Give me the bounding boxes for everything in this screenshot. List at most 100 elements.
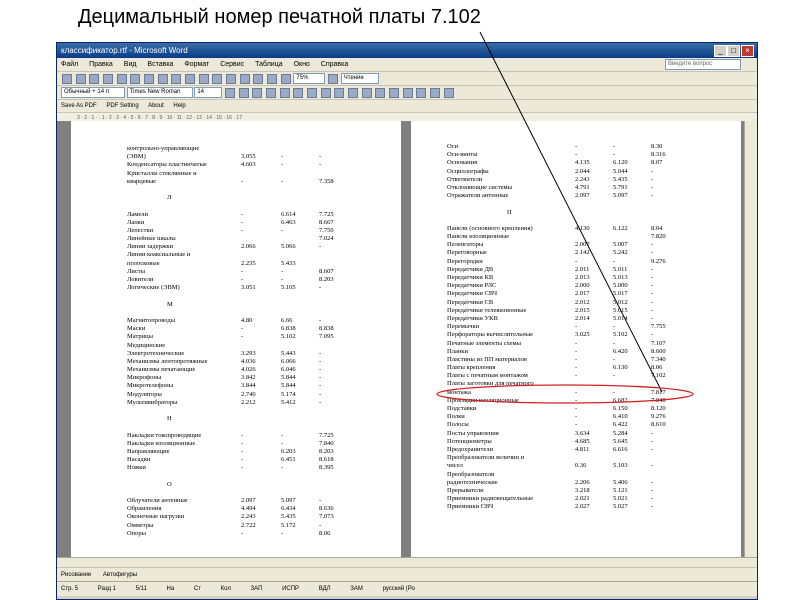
drawing-icon[interactable] bbox=[267, 74, 278, 84]
status-col: Кол bbox=[220, 586, 231, 592]
entry-code: 4.685 bbox=[575, 437, 590, 445]
left-entry-row: Ламели - 6.614 7.725 bbox=[127, 211, 397, 219]
subscript-icon[interactable] bbox=[443, 88, 454, 98]
window-titlebar: классификатор.rtf - Microsoft Word _ □ × bbox=[57, 43, 757, 58]
preview-icon[interactable] bbox=[116, 74, 127, 84]
superscript-icon[interactable] bbox=[430, 88, 441, 98]
entry-name: Обрамления bbox=[127, 505, 162, 513]
right-entry-row: Преобразователи величин и bbox=[447, 454, 717, 462]
minimize-button[interactable]: _ bbox=[714, 45, 727, 57]
numbering-icon[interactable] bbox=[334, 88, 345, 98]
menu-view[interactable]: Вид bbox=[124, 61, 137, 68]
menu-help[interactable]: Справка bbox=[321, 61, 348, 68]
line-spacing-icon[interactable] bbox=[320, 88, 331, 98]
entry-code: - bbox=[575, 151, 578, 159]
menu-tools[interactable]: Сервис bbox=[220, 61, 244, 68]
menu-format[interactable]: Формат bbox=[184, 61, 209, 68]
cut-icon[interactable] bbox=[144, 74, 155, 84]
justify-icon[interactable] bbox=[307, 88, 318, 98]
italic-icon[interactable] bbox=[238, 88, 249, 98]
menu-file[interactable]: Файл bbox=[61, 61, 78, 68]
entry-name: Оси-винты bbox=[447, 151, 478, 159]
left-entry-row: Ловители - - 8.203 bbox=[127, 276, 397, 284]
menu-edit[interactable]: Правка bbox=[89, 61, 113, 68]
font-size-combo[interactable]: 14 bbox=[194, 87, 223, 98]
zoom-combo[interactable]: 75% bbox=[293, 73, 326, 84]
status-trk: ИСПР bbox=[282, 586, 300, 592]
format-painter-icon[interactable] bbox=[185, 74, 196, 84]
font-combo[interactable]: Times New Roman bbox=[126, 87, 193, 98]
align-left-icon[interactable] bbox=[266, 88, 277, 98]
table-icon[interactable] bbox=[239, 74, 250, 84]
entry-code: 6.130 bbox=[613, 364, 628, 372]
entry-code: 4.494 bbox=[241, 505, 256, 513]
highlight-icon[interactable] bbox=[402, 88, 413, 98]
entry-code: - bbox=[319, 382, 322, 390]
entry-code: 4.026 bbox=[241, 366, 256, 374]
entry-code: 4.603 bbox=[241, 161, 256, 169]
style-combo[interactable]: Обычный + 14 п bbox=[61, 87, 125, 98]
right-entry-row: Перфораторы вычислительные 3.025 5.102 - bbox=[447, 331, 717, 339]
entry-code: 5.097 bbox=[281, 497, 296, 505]
entry-code: - bbox=[281, 529, 284, 537]
menu-window[interactable]: Окно bbox=[294, 61, 310, 68]
save-icon[interactable] bbox=[89, 74, 100, 84]
help-search-input[interactable]: Введите вопрос bbox=[665, 59, 741, 70]
reading-button[interactable]: Чтение bbox=[340, 73, 379, 84]
menu-insert[interactable]: Вставка bbox=[147, 61, 173, 68]
right-entry-row: Панели изоляционные 7.820 bbox=[447, 233, 717, 241]
copy-icon[interactable] bbox=[157, 74, 168, 84]
right-entry-row: радиотехнические 2.206 5.406 - bbox=[447, 479, 717, 487]
columns-icon[interactable] bbox=[253, 74, 264, 84]
print-icon[interactable] bbox=[103, 74, 114, 84]
open-icon[interactable] bbox=[75, 74, 86, 84]
decrease-indent-icon[interactable] bbox=[361, 88, 372, 98]
increase-indent-icon[interactable] bbox=[375, 88, 386, 98]
entry-code: - bbox=[651, 445, 654, 453]
entry-code: 2.097 bbox=[575, 192, 590, 200]
entry-code: 2.027 bbox=[575, 503, 590, 511]
right-entry-row: Печатные элементы схемы - - 7.107 bbox=[447, 340, 717, 348]
help-button[interactable]: Help bbox=[173, 103, 185, 109]
spelling-icon[interactable] bbox=[130, 74, 141, 84]
menu-table[interactable]: Таблица bbox=[255, 61, 282, 68]
entry-name: Платы с печатным монтажом bbox=[447, 372, 528, 380]
entry-name: Линии задержки bbox=[127, 243, 173, 251]
entry-code: 2.015 bbox=[575, 306, 590, 314]
align-center-icon[interactable] bbox=[279, 88, 290, 98]
close-button[interactable]: × bbox=[741, 45, 754, 57]
entry-code: 2.740 bbox=[241, 390, 256, 398]
entry-name: полосковые bbox=[127, 259, 160, 267]
redo-icon[interactable] bbox=[212, 74, 223, 84]
maximize-button[interactable]: □ bbox=[727, 45, 740, 57]
borders-icon[interactable] bbox=[389, 88, 400, 98]
bullets-icon[interactable] bbox=[348, 88, 359, 98]
drawing-menu[interactable]: Рисование bbox=[61, 572, 91, 578]
help-icon[interactable] bbox=[328, 74, 339, 84]
save-as-pdf-button[interactable]: Save As PDF bbox=[61, 103, 97, 109]
entry-code: - bbox=[613, 257, 616, 265]
undo-icon[interactable] bbox=[198, 74, 209, 84]
autoshapes-menu[interactable]: Автофигуры bbox=[103, 572, 137, 578]
hyperlink-icon[interactable] bbox=[226, 74, 237, 84]
paste-icon[interactable] bbox=[171, 74, 182, 84]
entry-code: 2.014 bbox=[575, 314, 590, 322]
entry-code: 5.121 bbox=[613, 486, 628, 494]
font-color-icon[interactable] bbox=[416, 88, 427, 98]
left-entry-row: Обрамления 4.494 6.434 8.636 bbox=[127, 505, 397, 513]
entry-code: 5.097 bbox=[613, 192, 628, 200]
entry-code: - bbox=[575, 347, 578, 355]
new-document-icon[interactable] bbox=[62, 74, 72, 84]
bold-icon[interactable] bbox=[225, 88, 236, 98]
entry-code: - bbox=[651, 192, 654, 200]
document-area[interactable]: контрольно-управляющие (ЭВМ) 3.055- - Конден… bbox=[57, 121, 745, 557]
underline-icon[interactable] bbox=[252, 88, 263, 98]
align-right-icon[interactable] bbox=[293, 88, 304, 98]
entry-code: - bbox=[319, 161, 322, 169]
vertical-scrollbar[interactable] bbox=[744, 121, 757, 557]
show-marks-icon[interactable] bbox=[280, 74, 291, 84]
entry-name: Передатчики КВ bbox=[447, 274, 494, 281]
about-button[interactable]: About bbox=[148, 103, 164, 109]
pdf-setting-button[interactable]: PDF Setting bbox=[106, 103, 138, 109]
entry-code: - bbox=[613, 143, 616, 150]
